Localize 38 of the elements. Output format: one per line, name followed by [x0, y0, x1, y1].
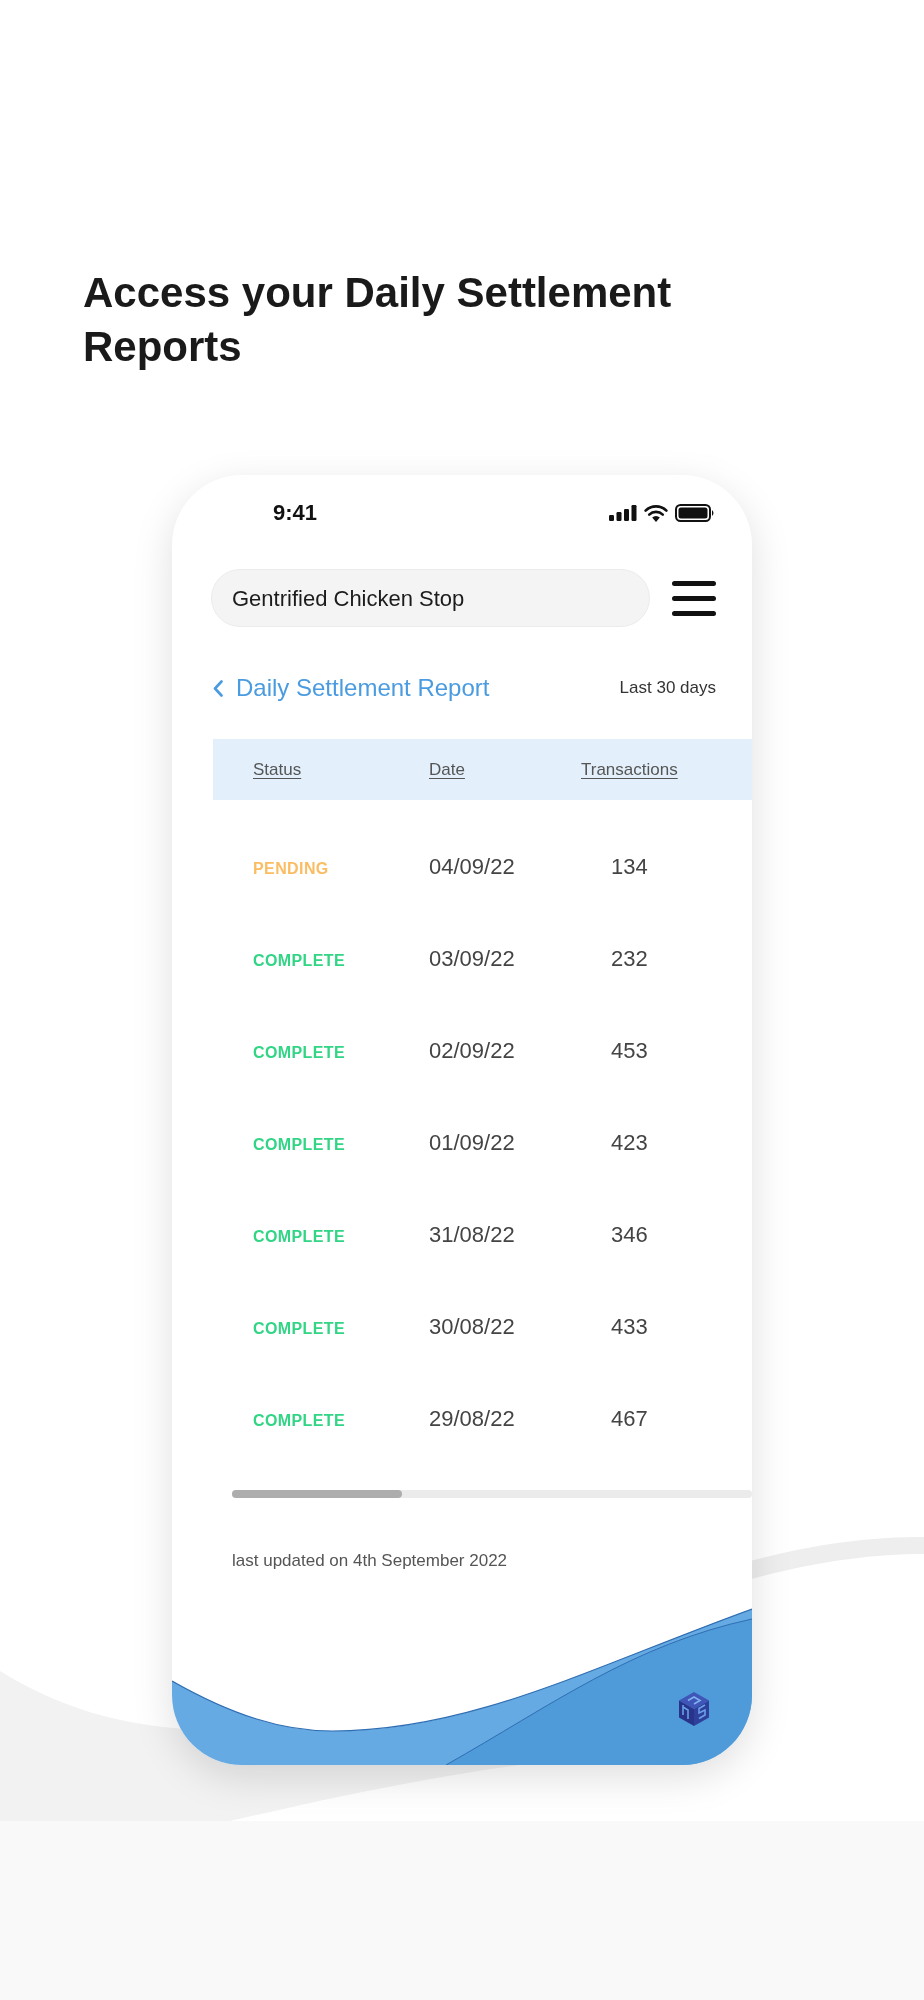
date-text: 04/09/22: [429, 854, 515, 880]
menu-icon: [672, 580, 716, 616]
page-heading: Access your Daily Settlement Reports: [83, 268, 673, 372]
status-time: 9:41: [273, 501, 318, 525]
transaction-count: 467: [611, 1406, 648, 1432]
battery-icon: [675, 504, 715, 522]
status-label: COMPLETE: [253, 1135, 346, 1155]
transaction-count: 423: [611, 1130, 648, 1156]
cube-logo-icon: [677, 1691, 711, 1727]
transaction-count: 232: [611, 946, 648, 972]
column-header[interactable]: Transactions: [581, 759, 678, 780]
status-label: COMPLETE: [253, 1043, 346, 1063]
status-label: COMPLETE: [253, 1411, 346, 1431]
chevron-left-icon: [213, 679, 223, 697]
scrollbar-track[interactable]: [232, 1490, 752, 1498]
date-text: 31/08/22: [429, 1222, 515, 1248]
wifi-icon: [644, 504, 668, 522]
date-text: 03/09/22: [429, 946, 515, 972]
status-label: COMPLETE: [253, 951, 346, 971]
transaction-count: 346: [611, 1222, 648, 1248]
column-header[interactable]: Status: [253, 759, 302, 780]
last-updated-note: last updated on 4th September 2022: [232, 1551, 509, 1571]
status-label: PENDING: [253, 859, 329, 879]
date-range-label: Last 30 days: [619, 678, 716, 698]
store-field[interactable]: Gentrified Chicken Stop: [211, 569, 650, 627]
status-label: COMPLETE: [253, 1319, 346, 1339]
column-header[interactable]: Date: [429, 759, 465, 780]
transaction-count: 134: [611, 854, 648, 880]
menu-button[interactable]: [672, 580, 716, 616]
date-text: 02/09/22: [429, 1038, 515, 1064]
date-text: 01/09/22: [429, 1130, 515, 1156]
status-label: COMPLETE: [253, 1227, 346, 1247]
transaction-count: 453: [611, 1038, 648, 1064]
transaction-count: 433: [611, 1314, 648, 1340]
date-text: 29/08/22: [429, 1406, 515, 1432]
signal-icon: [609, 505, 637, 521]
date-text: 30/08/22: [429, 1314, 515, 1340]
scrollbar-thumb[interactable]: [232, 1490, 402, 1498]
